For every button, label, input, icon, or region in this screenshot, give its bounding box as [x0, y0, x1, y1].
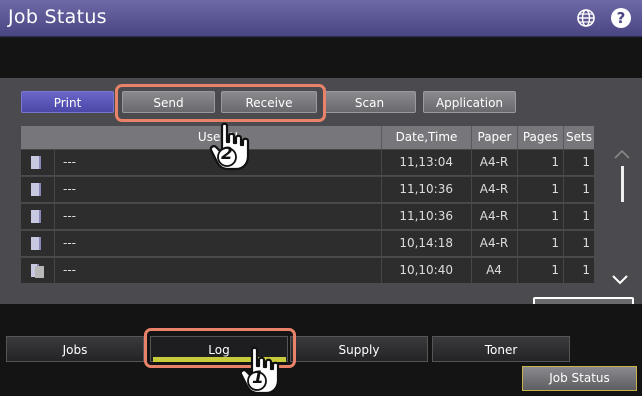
cell-datetime: 11,13:04: [399, 155, 453, 169]
cell-sets: 1: [582, 155, 590, 169]
header-pages: Pages: [517, 126, 563, 149]
cell-user: ---: [63, 209, 76, 223]
scroll-down-icon[interactable]: [612, 275, 628, 285]
help-icon[interactable]: ?: [611, 8, 631, 28]
cell-sets: 1: [582, 182, 590, 196]
header-date-time: Date,Time: [381, 126, 471, 149]
cell-datetime: 10,10:40: [399, 263, 453, 277]
cell-pages: 1: [551, 263, 559, 277]
cell-paper: A4-R: [479, 209, 509, 223]
document-icon: [31, 210, 41, 223]
table-row[interactable]: --- 10,10:40 A4 1 1: [21, 257, 594, 283]
spacer-band: [0, 38, 642, 78]
cell-paper: A4-R: [479, 155, 509, 169]
cell-paper: A4-R: [479, 236, 509, 250]
cell-pages: 1: [551, 236, 559, 250]
window-title: Job Status: [8, 6, 107, 28]
scrollbar-thumb[interactable]: [621, 166, 624, 202]
cell-user: ---: [63, 182, 76, 196]
tab-supply[interactable]: Supply: [290, 336, 428, 362]
step-1-label: 1: [252, 368, 264, 388]
document-icon: [31, 156, 41, 169]
cell-user: ---: [63, 263, 76, 277]
cell-pages: 1: [551, 209, 559, 223]
send-receive-highlight: [115, 84, 326, 122]
cell-pages: 1: [551, 182, 559, 196]
globe-icon[interactable]: [576, 8, 596, 28]
cell-datetime: 10,14:18: [399, 236, 453, 250]
cell-datetime: 11,10:36: [399, 209, 453, 223]
tab-application[interactable]: Application: [423, 91, 516, 113]
cell-sets: 1: [582, 236, 590, 250]
cell-sets: 1: [582, 263, 590, 277]
table-row[interactable]: --- 10,14:18 A4-R 1 1: [21, 230, 594, 256]
cell-paper: A4-R: [479, 182, 509, 196]
document-icon: [31, 237, 41, 250]
table-row[interactable]: --- 11,10:36 A4-R 1 1: [21, 203, 594, 229]
cell-sets: 1: [582, 209, 590, 223]
title-bar: Job Status ?: [0, 0, 642, 37]
tab-toner[interactable]: Toner: [432, 336, 570, 362]
table-row[interactable]: --- 11,10:36 A4-R 1 1: [21, 176, 594, 202]
document-icon: [31, 183, 41, 196]
scroll-up-icon[interactable]: [614, 149, 630, 159]
job-status-button[interactable]: Job Status: [522, 366, 637, 391]
header-paper: Paper: [471, 126, 517, 149]
tab-print[interactable]: Print: [21, 91, 114, 113]
step-2-label: 2: [221, 144, 233, 164]
tab-scan[interactable]: Scan: [323, 91, 416, 113]
header-sets: Sets: [563, 126, 594, 149]
cell-datetime: 11,10:36: [399, 182, 453, 196]
table-row[interactable]: --- 11,13:04 A4-R 1 1: [21, 149, 594, 175]
tab-jobs[interactable]: Jobs: [6, 336, 144, 362]
table-header: User N Date,Time Paper Pages Sets: [21, 126, 594, 149]
cell-user: ---: [63, 236, 76, 250]
cell-pages: 1: [551, 155, 559, 169]
cell-paper: A4: [486, 263, 502, 277]
copy-document-icon-back: [35, 266, 44, 278]
